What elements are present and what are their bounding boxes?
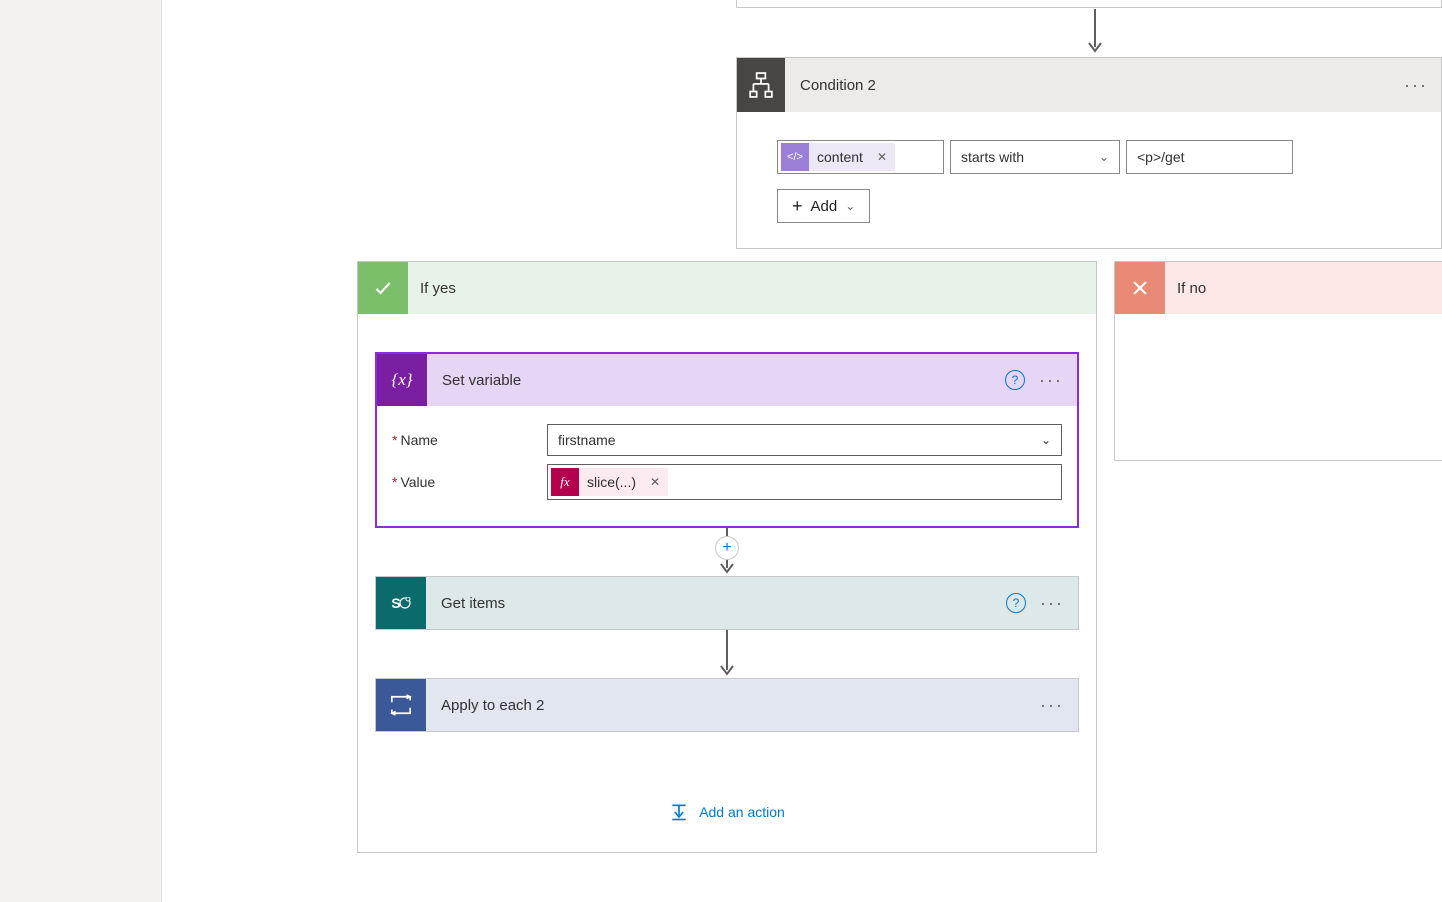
chevron-down-icon: ⌄: [845, 199, 855, 213]
apply-to-each-title: Apply to each 2: [426, 697, 1040, 714]
help-icon[interactable]: ?: [1005, 370, 1025, 390]
chevron-down-icon: ⌄: [1041, 433, 1051, 447]
set-variable-name-row: *Name firstname ⌄: [392, 424, 1062, 456]
condition-menu-button[interactable]: ···: [1401, 75, 1441, 96]
condition-icon: [737, 58, 785, 112]
get-items-menu-button[interactable]: ···: [1040, 593, 1078, 614]
content-token[interactable]: </> content ✕: [781, 143, 895, 171]
value-label: *Value: [392, 474, 547, 490]
if-no-branch: If no Add an action: [1114, 261, 1442, 461]
fx-icon: fx: [551, 468, 579, 496]
add-action-no[interactable]: Add an action: [1115, 314, 1442, 444]
condition-value-text: <p>/get: [1137, 149, 1185, 165]
if-yes-label: If yes: [408, 280, 456, 297]
name-select[interactable]: firstname ⌄: [547, 424, 1062, 456]
get-items-card[interactable]: S Get items ? ···: [375, 576, 1079, 630]
value-input[interactable]: fx slice(...) ✕: [547, 464, 1062, 500]
content-token-label: content: [809, 149, 869, 165]
left-gutter: [0, 0, 162, 902]
set-variable-title: Set variable: [427, 372, 1005, 389]
chevron-down-icon: ⌄: [1099, 150, 1109, 164]
condition-add-label: Add: [811, 198, 838, 215]
condition-right-operand[interactable]: <p>/get: [1126, 140, 1293, 174]
insert-step-button[interactable]: +: [715, 536, 739, 560]
name-value: firstname: [558, 432, 616, 448]
check-icon: [358, 262, 408, 314]
condition-title: Condition 2: [785, 77, 1401, 94]
expression-token[interactable]: fx slice(...) ✕: [551, 468, 668, 496]
loop-icon: [376, 679, 426, 731]
condition-expression-row: </> content ✕ starts with ⌄ <p>/get: [777, 140, 1401, 174]
expression-remove[interactable]: ✕: [642, 475, 668, 489]
apply-to-each-card[interactable]: Apply to each 2 ···: [375, 678, 1079, 732]
condition-operator-label: starts with: [961, 149, 1024, 165]
expression-label: slice(...): [579, 474, 642, 490]
set-variable-value-row: *Value fx slice(...) ✕: [392, 464, 1062, 500]
if-yes-branch: If yes {x} Set variable ? ··· *Name firs…: [357, 261, 1097, 853]
set-variable-menu-button[interactable]: ···: [1039, 370, 1077, 391]
plus-icon: +: [792, 197, 803, 215]
name-label: *Name: [392, 432, 547, 448]
previous-action-stub[interactable]: [736, 0, 1442, 8]
apply-to-each-menu-button[interactable]: ···: [1040, 695, 1078, 716]
condition-header[interactable]: Condition 2 ···: [737, 58, 1441, 112]
condition-card[interactable]: Condition 2 ··· </> content ✕ starts wit…: [736, 57, 1442, 249]
apply-to-each-header[interactable]: Apply to each 2 ···: [376, 679, 1078, 731]
condition-operator-select[interactable]: starts with ⌄: [950, 140, 1120, 174]
content-token-icon: </>: [781, 143, 809, 171]
add-action-icon: [669, 802, 689, 822]
flow-canvas: Condition 2 ··· </> content ✕ starts wit…: [162, 0, 1442, 902]
sharepoint-icon: S: [376, 577, 426, 629]
add-action-yes[interactable]: Add an action: [375, 802, 1079, 822]
condition-body: </> content ✕ starts with ⌄ <p>/get + Ad…: [737, 112, 1441, 248]
connector-arrow: [375, 630, 1079, 678]
condition-add-button[interactable]: + Add ⌄: [777, 189, 870, 223]
get-items-header[interactable]: S Get items ? ···: [376, 577, 1078, 629]
get-items-title: Get items: [426, 595, 1006, 612]
if-no-label: If no: [1165, 280, 1206, 297]
close-icon: [1115, 262, 1165, 314]
content-token-remove[interactable]: ✕: [869, 150, 895, 164]
connector-arrow: [1088, 9, 1102, 55]
condition-left-operand[interactable]: </> content ✕: [777, 140, 944, 174]
help-icon[interactable]: ?: [1006, 593, 1026, 613]
set-variable-body: *Name firstname ⌄ *Value fx slice(...): [377, 406, 1077, 526]
add-action-label: Add an action: [699, 804, 785, 820]
if-yes-header[interactable]: If yes: [358, 262, 1096, 314]
set-variable-header[interactable]: {x} Set variable ? ···: [377, 354, 1077, 406]
variable-icon: {x}: [377, 354, 427, 406]
set-variable-card[interactable]: {x} Set variable ? ··· *Name firstname ⌄: [375, 352, 1079, 528]
if-no-header[interactable]: If no: [1115, 262, 1442, 314]
if-yes-body: {x} Set variable ? ··· *Name firstname ⌄: [358, 314, 1096, 822]
connector-with-add: +: [375, 528, 1079, 576]
